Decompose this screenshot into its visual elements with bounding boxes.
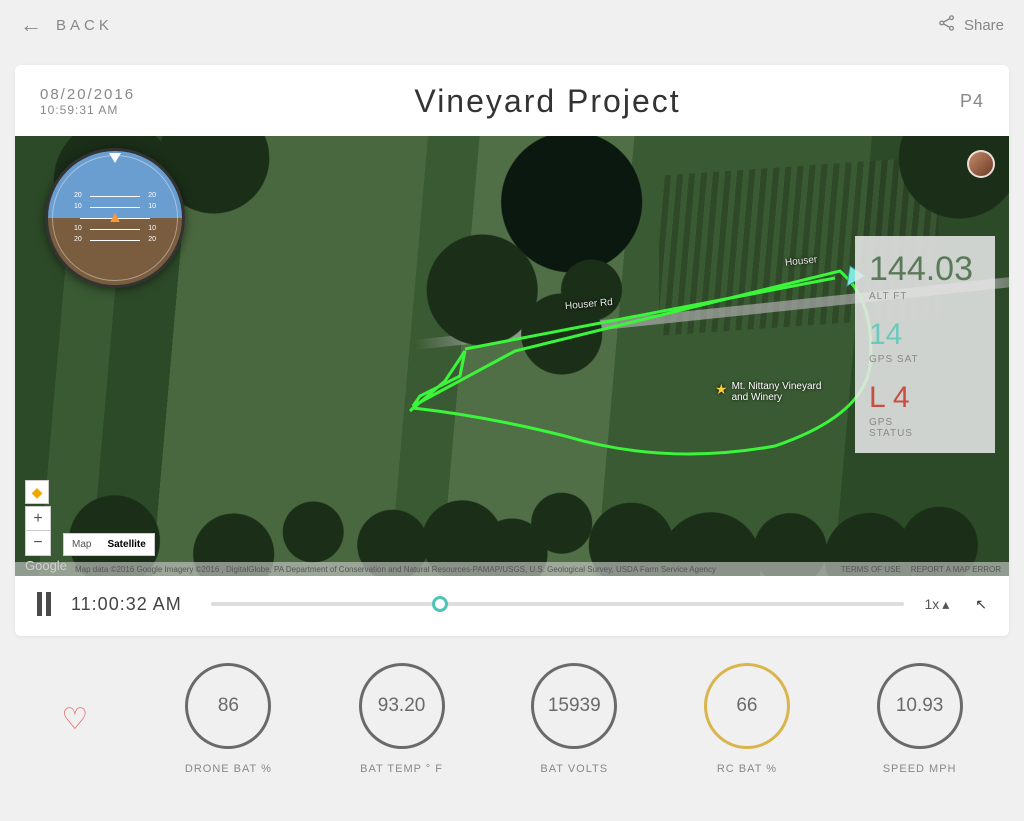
header-row: 08/20/2016 10:59:31 AM Vineyard Project … xyxy=(15,65,1009,136)
metric-label: RC BAT % xyxy=(717,763,777,775)
main-card: 08/20/2016 10:59:31 AM Vineyard Project … xyxy=(15,65,1009,636)
gauge: 86 xyxy=(185,663,271,749)
pause-button[interactable] xyxy=(37,592,51,616)
minus-icon: − xyxy=(33,534,42,552)
user-avatar[interactable] xyxy=(967,150,995,178)
drone-model-label: P4 xyxy=(960,91,984,112)
heart-icon: ♡ xyxy=(61,703,88,736)
attribution-text: Map data ©2016 Google Imagery ©2016 , Di… xyxy=(75,565,716,574)
arrow-left-icon: ← xyxy=(20,12,46,38)
map-poi-marker[interactable]: ★ Mt. Nittany Vineyard and Winery xyxy=(715,381,821,403)
pegman-icon: ◆ xyxy=(32,484,43,501)
chevron-up-icon: ▴ xyxy=(942,596,949,613)
flight-time: 10:59:31 AM xyxy=(40,103,135,117)
gauge: 10.93 xyxy=(877,663,963,749)
back-label: BACK xyxy=(56,17,113,34)
pitch-mark: 20 xyxy=(148,192,156,199)
map-type-toggle: Map Satellite xyxy=(63,533,155,556)
metric-bat-volts: 15939 BAT VOLTS xyxy=(531,663,617,775)
flight-date: 08/20/2016 xyxy=(40,86,135,103)
pitch-mark: 20 xyxy=(74,236,82,243)
pause-icon xyxy=(37,592,42,616)
terms-of-use-link[interactable]: TERMS OF USE xyxy=(841,565,901,574)
gauge: 66 xyxy=(704,663,790,749)
metric-speed: 10.93 SPEED MPH xyxy=(877,663,963,775)
pitch-mark: 10 xyxy=(74,225,82,232)
topbar: ← BACK Share xyxy=(0,0,1024,50)
metric-drone-bat: 86 DRONE BAT % xyxy=(185,663,272,775)
gps-status-value: L 4 xyxy=(869,381,985,415)
favorite-button[interactable]: ♡ xyxy=(61,702,98,737)
flight-datetime: 08/20/2016 10:59:31 AM xyxy=(40,86,135,117)
zoom-in-button[interactable]: + xyxy=(26,507,50,531)
plus-icon: + xyxy=(33,510,42,528)
gps-sat-label: GPS SAT xyxy=(869,354,985,365)
telemetry-panel: 144.03 ALT FT 14 GPS SAT L 4 GPS STATUS xyxy=(855,236,995,453)
pitch-mark: 20 xyxy=(148,236,156,243)
metrics-row: ♡ 86 DRONE BAT % 93.20 BAT TEMP ° F 1593… xyxy=(0,651,1024,797)
map-type-satellite[interactable]: Satellite xyxy=(99,534,153,555)
gauge: 93.20 xyxy=(359,663,445,749)
playback-time: 11:00:32 AM xyxy=(71,594,191,615)
attitude-aircraft-icon: ▲ xyxy=(107,209,123,227)
metric-bat-temp: 93.20 BAT TEMP ° F xyxy=(359,663,445,775)
streetview-button[interactable]: ◆ xyxy=(25,480,49,504)
slider-thumb[interactable] xyxy=(432,596,448,612)
attitude-indicator: 20 20 10 10 10 10 20 20 ▲ xyxy=(45,148,185,288)
report-error-link[interactable]: REPORT A MAP ERROR xyxy=(911,565,1001,574)
pitch-mark: 10 xyxy=(148,225,156,232)
cursor-icon: ↖ xyxy=(975,596,987,613)
playback-slider[interactable] xyxy=(211,602,904,606)
pitch-mark: 10 xyxy=(74,203,82,210)
playback-speed-selector[interactable]: 1x ▴ xyxy=(924,596,949,613)
metric-label: BAT TEMP ° F xyxy=(360,763,443,775)
map-type-map[interactable]: Map xyxy=(64,534,99,555)
gps-status-label: GPS STATUS xyxy=(869,417,985,439)
metric-label: BAT VOLTS xyxy=(540,763,608,775)
share-icon xyxy=(938,14,956,36)
pitch-mark: 10 xyxy=(148,203,156,210)
page-title: Vineyard Project xyxy=(414,83,680,120)
poi-name: Mt. Nittany Vineyard and Winery xyxy=(732,381,822,403)
map-attribution: Map data ©2016 Google Imagery ©2016 , Di… xyxy=(15,562,1009,576)
speed-label: 1x xyxy=(924,596,939,612)
zoom-controls: + − xyxy=(25,506,51,556)
pause-icon xyxy=(46,592,51,616)
pitch-mark: 20 xyxy=(74,192,82,199)
share-button[interactable]: Share xyxy=(938,14,1004,36)
back-button[interactable]: ← BACK xyxy=(20,12,113,38)
playback-bar: 11:00:32 AM 1x ▴ ↖ xyxy=(15,576,1009,636)
gps-sat-value: 14 xyxy=(869,318,985,352)
gauge: 15939 xyxy=(531,663,617,749)
metric-label: DRONE BAT % xyxy=(185,763,272,775)
map-view[interactable]: Houser Rd Houser ★ Mt. Nittany Vineyard … xyxy=(15,136,1009,576)
zoom-out-button[interactable]: − xyxy=(26,531,50,555)
metric-rc-bat: 66 RC BAT % xyxy=(704,663,790,775)
share-label: Share xyxy=(964,17,1004,34)
metric-label: SPEED MPH xyxy=(883,763,957,775)
star-icon: ★ xyxy=(715,381,728,398)
altitude-label: ALT FT xyxy=(869,291,985,302)
altitude-value: 144.03 xyxy=(869,250,985,289)
